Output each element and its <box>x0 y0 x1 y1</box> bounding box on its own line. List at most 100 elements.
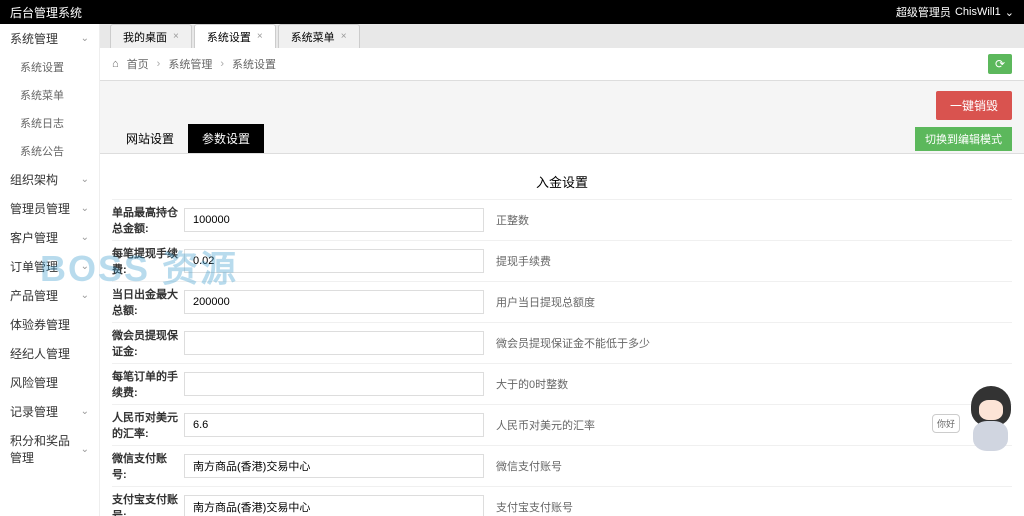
sidebar-item[interactable]: 系统设置 <box>0 53 99 81</box>
mascot-bubble: 你好 <box>932 414 960 433</box>
chevron-down-icon: ⌄ <box>1005 6 1014 19</box>
sidebar-item-label: 订单管理 <box>10 258 58 275</box>
form-hint: 用户当日提现总额度 <box>496 294 595 310</box>
sidebar-item-label: 组织架构 <box>10 171 58 188</box>
sidebar-item[interactable]: 组织架构 ⌄ <box>0 165 99 194</box>
mascot-body <box>973 421 1008 451</box>
refresh-button[interactable]: ⟳ <box>988 54 1012 74</box>
mascot-assistant[interactable]: 你好 <box>956 386 1016 466</box>
sidebar-item[interactable]: 管理员管理 ⌄ <box>0 194 99 223</box>
form-hint: 正整数 <box>496 212 529 228</box>
form-row: 每笔订单的手续费: 大于的0时整数 <box>112 363 1012 404</box>
sidebar-item[interactable]: 积分和奖品管理⌄ <box>0 426 99 472</box>
sidebar-item[interactable]: 体验券管理 <box>0 310 99 339</box>
form-input[interactable] <box>184 208 484 232</box>
subtab[interactable]: 参数设置 <box>188 124 264 153</box>
form-input[interactable] <box>184 413 484 437</box>
chevron-down-icon: ⌄ <box>81 174 89 185</box>
sidebar-item[interactable]: 订单管理 ⌄ <box>0 252 99 281</box>
form-input[interactable] <box>184 454 484 478</box>
breadcrumb: ⌂ 首页 › 系统管理 › 系统设置 <box>112 56 276 72</box>
chevron-down-icon: ⌄ <box>81 232 89 243</box>
sidebar-item-label: 经纪人管理 <box>10 345 70 362</box>
form-input[interactable] <box>184 372 484 396</box>
chevron-down-icon: ⌄ <box>81 406 89 417</box>
tab[interactable]: 系统设置 × <box>194 24 276 48</box>
user-menu[interactable]: 超级管理员 ChisWill1 ⌄ <box>896 4 1014 20</box>
form-label: 当日出金最大总额: <box>112 286 184 318</box>
sidebar-item[interactable]: 产品管理 ⌄ <box>0 281 99 310</box>
form-hint: 微信支付账号 <box>496 458 562 474</box>
subtabs: 网站设置参数设置 <box>112 124 264 153</box>
chevron-down-icon: ⌄ <box>81 444 89 455</box>
chevron-down-icon: ⌄ <box>81 290 89 301</box>
form-input[interactable] <box>184 495 484 516</box>
section-title: 入金设置 <box>112 164 1012 199</box>
close-icon[interactable]: × <box>173 31 179 42</box>
sidebar-item[interactable]: 客户管理 ⌄ <box>0 223 99 252</box>
form-hint: 大于的0时整数 <box>496 376 568 392</box>
tab[interactable]: 我的桌面 × <box>110 24 192 48</box>
form-row: 支付宝支付账号: 支付宝支付账号 <box>112 486 1012 516</box>
sidebar-item[interactable]: 风险管理 <box>0 368 99 397</box>
sidebar-item[interactable]: 记录管理 ⌄ <box>0 397 99 426</box>
form-label: 支付宝支付账号: <box>112 491 184 516</box>
tab-label: 系统设置 <box>207 29 251 45</box>
sidebar-item-label: 系统菜单 <box>20 87 64 103</box>
form-row: 单品最高持仓总金额:正整数 <box>112 199 1012 240</box>
form-hint: 微会员提现保证金不能低于多少 <box>496 335 650 351</box>
sidebar-item-label: 系统公告 <box>20 143 64 159</box>
sidebar-item-label: 管理员管理 <box>10 200 70 217</box>
tab-bar: 我的桌面×系统设置×系统菜单× <box>100 24 1024 48</box>
form-label: 每笔订单的手续费: <box>112 368 184 400</box>
breadcrumb-item[interactable]: 系统管理 <box>168 56 212 72</box>
sidebar-item-label: 积分和奖品管理 <box>10 432 81 466</box>
form-row: 当日出金最大总额: 用户当日提现总额度 <box>112 281 1012 322</box>
breadcrumb-home[interactable]: 首页 <box>127 56 149 72</box>
form-label: 微信支付账号: <box>112 450 184 482</box>
chevron-right-icon: › <box>157 58 161 70</box>
mascot-face <box>979 400 1003 420</box>
sidebar-item-label: 产品管理 <box>10 287 58 304</box>
form-label: 人民币对美元的汇率: <box>112 409 184 441</box>
close-icon[interactable]: × <box>341 31 347 42</box>
switch-mode-button[interactable]: 切换到编辑模式 <box>915 127 1012 151</box>
chevron-right-icon: › <box>220 58 224 70</box>
sidebar-item[interactable]: 系统菜单 <box>0 81 99 109</box>
form-input[interactable] <box>184 249 484 273</box>
form-row: 每笔提现手续费:提现手续费 <box>112 240 1012 281</box>
sidebar-item-label: 客户管理 <box>10 229 58 246</box>
chevron-down-icon: ⌄ <box>81 33 89 44</box>
close-icon[interactable]: × <box>257 31 263 42</box>
sidebar-item[interactable]: 系统日志 <box>0 109 99 137</box>
form-hint: 提现手续费 <box>496 253 551 269</box>
sidebar: 系统管理⌄系统设置系统菜单系统日志系统公告组织架构⌄管理员管理⌄客户管理⌄订单管… <box>0 24 100 516</box>
form-hint: 人民币对美元的汇率 <box>496 417 595 433</box>
sidebar-item[interactable]: 系统公告 <box>0 137 99 165</box>
main: 我的桌面×系统设置×系统菜单× ⌂ 首页 › 系统管理 › 系统设置 ⟳ 一键销… <box>100 24 1024 516</box>
form-row: 微信支付账号: 微信支付账号 <box>112 445 1012 486</box>
refresh-icon: ⟳ <box>995 57 1005 71</box>
tab-label: 我的桌面 <box>123 29 167 45</box>
breadcrumb-item: 系统设置 <box>232 56 276 72</box>
home-icon: ⌂ <box>112 58 119 70</box>
sidebar-item-label: 系统设置 <box>20 59 64 75</box>
user-role: 超级管理员 <box>896 4 951 20</box>
form-input[interactable] <box>184 331 484 355</box>
sidebar-item[interactable]: 系统管理⌄ <box>0 24 99 53</box>
sidebar-item-label: 系统日志 <box>20 115 64 131</box>
form-input[interactable] <box>184 290 484 314</box>
form-row: 微会员提现保证金: 微会员提现保证金不能低于多少 <box>112 322 1012 363</box>
form-label: 微会员提现保证金: <box>112 327 184 359</box>
form-row: 人民币对美元的汇率: 人民币对美元的汇率 <box>112 404 1012 445</box>
tab[interactable]: 系统菜单× <box>278 24 360 48</box>
subtab[interactable]: 网站设置 <box>112 124 188 153</box>
sidebar-item-label: 记录管理 <box>10 403 58 420</box>
chevron-down-icon: ⌄ <box>81 261 89 272</box>
sidebar-item-label: 体验券管理 <box>10 316 70 333</box>
sidebar-item[interactable]: 经纪人管理 <box>0 339 99 368</box>
form-hint: 支付宝支付账号 <box>496 499 573 515</box>
chevron-down-icon: ⌄ <box>81 203 89 214</box>
sidebar-item-label: 风险管理 <box>10 374 58 391</box>
destroy-button[interactable]: 一键销毁 <box>936 91 1012 120</box>
